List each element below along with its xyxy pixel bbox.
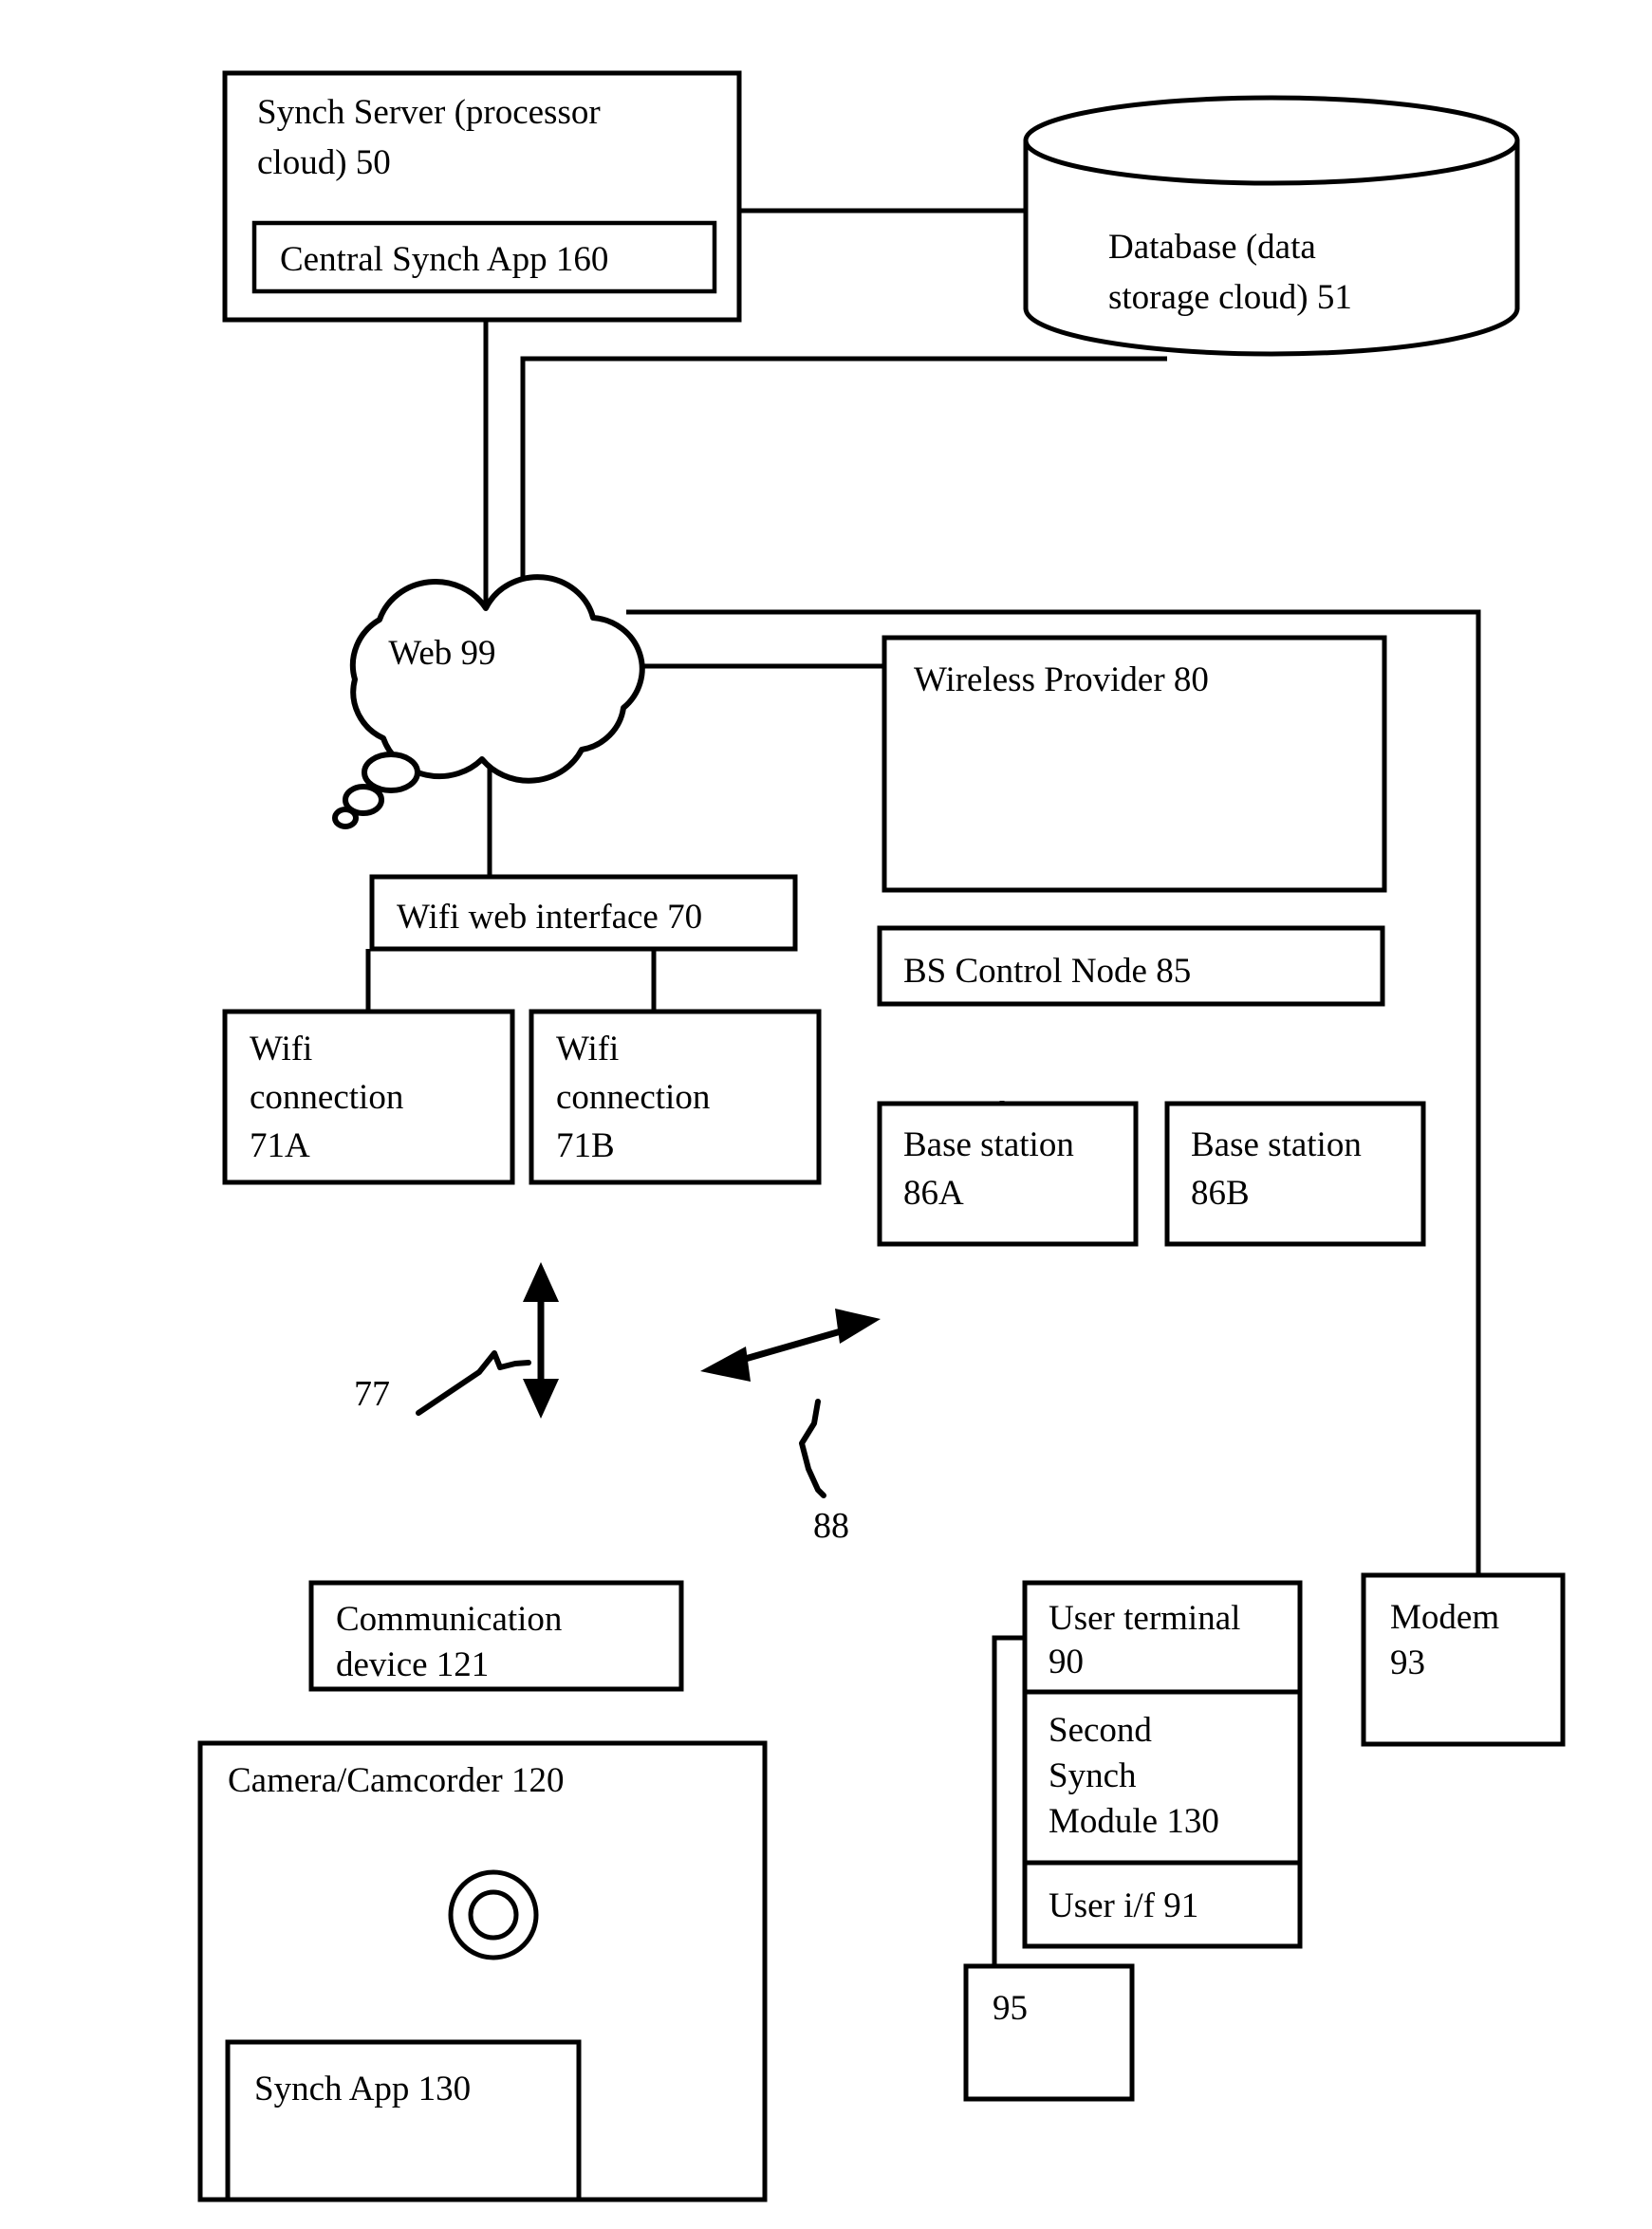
- modem-line1: Modem: [1390, 1598, 1499, 1637]
- wifi-connection-71b-line1: Wifi: [556, 1030, 619, 1068]
- wifi-connection-71a-line3: 71A: [250, 1126, 310, 1165]
- base-station-86a-line1: Base station: [903, 1125, 1074, 1164]
- cellular-link-88-arrowhead-left: [700, 1347, 751, 1382]
- base-station-86b-line1: Base station: [1191, 1125, 1362, 1164]
- user-terminal-line1: User terminal: [1049, 1599, 1240, 1638]
- camera-lens-icon: [448, 1869, 539, 1960]
- cellular-link-88-label: 88: [813, 1506, 849, 1546]
- second-synch-module-line1: Second: [1049, 1711, 1152, 1750]
- wifi-web-interface-label: Wifi web interface 70: [397, 898, 702, 937]
- figure-canvas: Synch Server (processor cloud) 50 Centra…: [0, 0, 1652, 2229]
- communication-device-line1: Communication: [336, 1600, 562, 1639]
- web-cloud-bubble-small: [332, 807, 359, 829]
- box-95[interactable]: [963, 1963, 1135, 2102]
- database-label-line1: Database (data: [1108, 228, 1316, 267]
- wireless-provider-label: Wireless Provider 80: [914, 660, 1209, 699]
- central-synch-app-label: Central Synch App 160: [280, 240, 608, 279]
- synch-server-label-line2: cloud) 50: [257, 143, 391, 182]
- wifi-connection-71b-line3: 71B: [556, 1126, 615, 1165]
- wifi-link-77: [416, 1262, 559, 1419]
- wifi-connection-71a-line2: connection: [250, 1078, 403, 1117]
- web-cloud-label: Web 99: [388, 634, 495, 673]
- wifi-link-77-arrowhead-up: [523, 1262, 559, 1302]
- base-station-86b-line2: 86B: [1191, 1174, 1250, 1213]
- camera-lens-inner-ring: [468, 1889, 519, 1941]
- camera-camcorder-label: Camera/Camcorder 120: [228, 1761, 564, 1800]
- connector-user-terminal-to-95: [992, 1635, 1025, 1969]
- base-station-86a-line2: 86A: [903, 1174, 964, 1213]
- wifi-connection-71b-line2: connection: [556, 1078, 710, 1117]
- wifi-connection-71a-line1: Wifi: [250, 1030, 312, 1068]
- database-label-line2: storage cloud) 51: [1108, 278, 1352, 317]
- user-terminal-line2: 90: [1049, 1643, 1084, 1681]
- second-synch-module-line2: Synch: [1049, 1756, 1137, 1795]
- wifi-link-77-leader: [416, 1350, 531, 1416]
- user-interface-label: User i/f 91: [1049, 1886, 1198, 1925]
- connector-database-to-web: [520, 356, 1167, 617]
- bs-control-node-label: BS Control Node 85: [903, 952, 1191, 991]
- web-cloud-bubble-large: [362, 752, 420, 793]
- communication-device-line2: device 121: [336, 1645, 489, 1684]
- patent-figure-svg: Synch Server (processor cloud) 50 Centra…: [197, 70, 1566, 2202]
- box-95-label: 95: [993, 1989, 1028, 2028]
- wifi-link-77-arrowhead-down: [523, 1379, 559, 1419]
- web-cloud-outline: [349, 574, 645, 784]
- modem-line2: 93: [1390, 1644, 1425, 1682]
- cellular-link-88: [700, 1309, 881, 1498]
- cellular-link-88-leader: [799, 1399, 826, 1498]
- synch-app-130-label: Synch App 130: [254, 2070, 471, 2108]
- wifi-link-77-label: 77: [354, 1374, 390, 1414]
- cellular-link-88-shaft: [728, 1324, 855, 1367]
- second-synch-module-line3: Module 130: [1049, 1802, 1219, 1841]
- synch-server-label-line1: Synch Server (processor: [257, 93, 601, 132]
- synch-app-130-box[interactable]: [225, 2039, 582, 2202]
- cellular-link-88-arrowhead-right: [835, 1309, 881, 1344]
